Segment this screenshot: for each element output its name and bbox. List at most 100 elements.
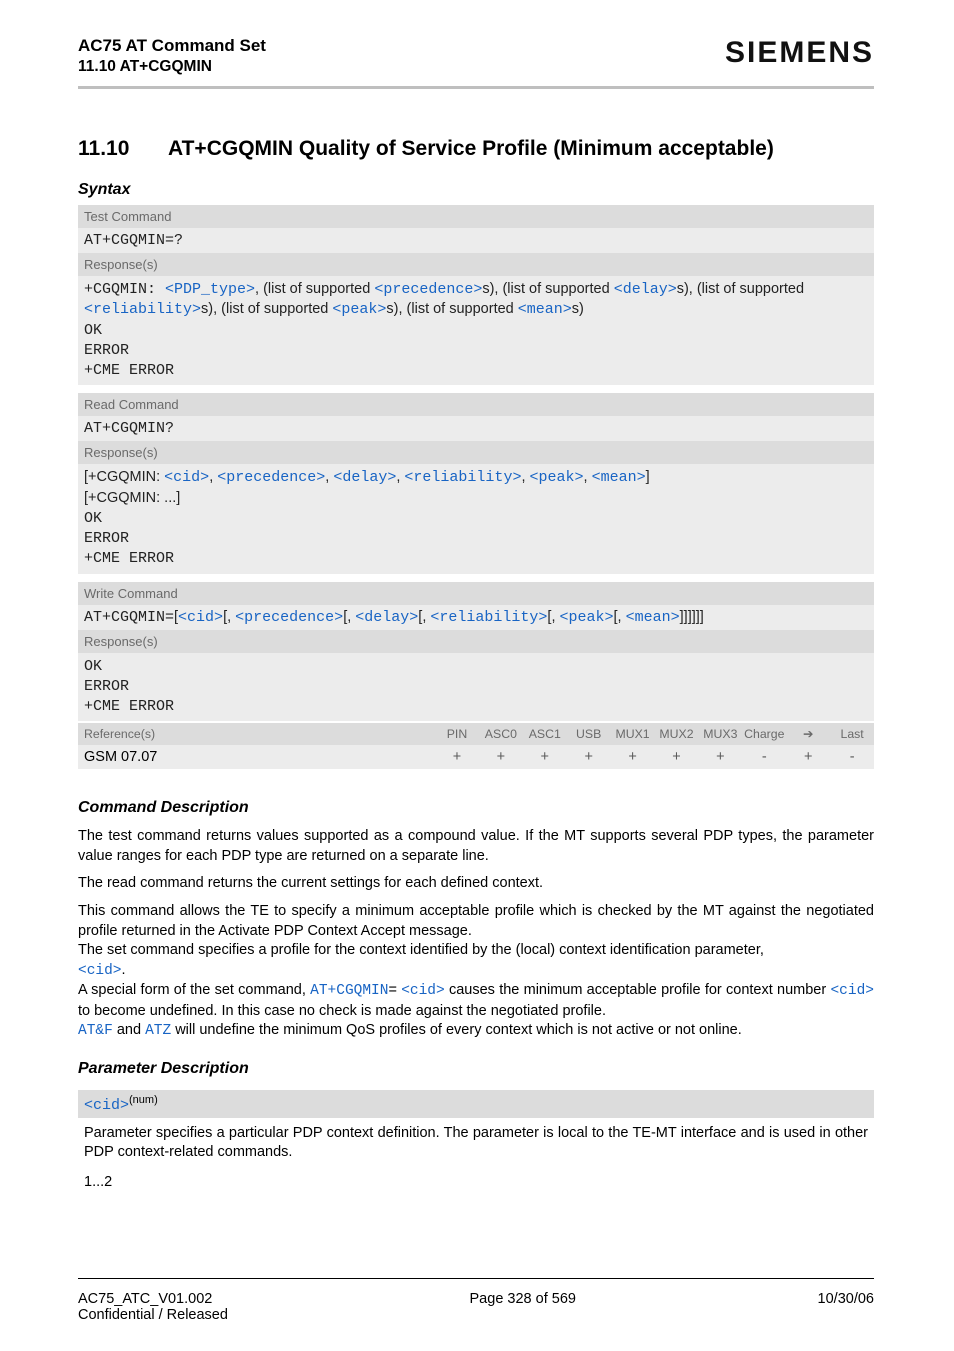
bracket: [, [223,609,235,625]
desc-p3a: This command allows the TE to specify a … [78,903,874,939]
ref-col-arrow: ➔ [786,723,830,745]
test-command-block: Test Command AT+CGQMIN=? Response(s) +CG… [78,205,874,387]
desc-p5-and: and [113,1022,145,1038]
header-rule [78,86,874,89]
resp-text: s), (list of supported [386,301,517,317]
command-description-label: Command Description [78,799,874,817]
resp-error: ERROR [84,530,129,547]
ref-val: + [435,745,479,769]
page-header: AC75 AT Command Set 11.10 AT+CGQMIN SIEM… [78,36,874,76]
ref-val: + [523,745,567,769]
bracket: [, [614,609,626,625]
param-peak: <peak> [560,609,614,626]
reference-header-label: Reference(s) [78,723,435,745]
ref-val: + [655,745,699,769]
resp-more: [+CGQMIN: ...] [84,490,180,506]
reference-value: GSM 07.07 [78,745,435,769]
resp-cme: +CME ERROR [84,550,174,567]
param-cid-sup: (num) [129,1094,158,1106]
param-mean: <mean> [626,609,680,626]
section-heading: 11.10 AT+CGQMIN Quality of Service Profi… [78,137,874,161]
ref-val: + [698,745,742,769]
ref-col-mux3: MUX3 [698,723,742,745]
bracket: [, [418,609,430,625]
param-reliability: <reliability> [84,301,201,318]
ref-col-asc0: ASC0 [479,723,523,745]
ref-val: - [742,745,786,769]
param-cid-name: <cid> [84,1097,129,1114]
description-p3: This command allows the TE to specify a … [78,902,874,1042]
footer-date: 10/30/06 [818,1291,874,1323]
param-cid-header: <cid>(num) [78,1090,874,1118]
footer-confidential: Confidential / Released [78,1307,228,1323]
comma: , [584,469,592,485]
test-command-cmd: AT+CGQMIN=? [78,228,874,253]
param-reliability: <reliability> [404,469,521,486]
resp-ok: OK [84,658,102,675]
reference-header-row: Reference(s) PIN ASC0 ASC1 USB MUX1 MUX2… [78,723,874,745]
header-section-ref: 11.10 AT+CGQMIN [78,58,266,76]
ref-val: + [611,745,655,769]
ref-col-last: Last [830,723,874,745]
comma: , [521,469,529,485]
bracket: [, [343,609,355,625]
param-cid: <cid> [178,609,223,626]
write-command-block: Write Command AT+CGQMIN=[<cid>[, <preced… [78,582,874,724]
param-precedence: <precedence> [235,609,343,626]
desc-p5-post: will undefine the minimum QoS profiles o… [171,1022,742,1038]
param-peak: <peak> [530,469,584,486]
param-cid-range: 1...2 [84,1173,868,1193]
resp-ok: OK [84,322,102,339]
param-pdp-type: <PDP_type> [165,281,255,298]
footer-left: AC75_ATC_V01.002 Confidential / Released [78,1291,228,1323]
ref-col-pin: PIN [435,723,479,745]
param-precedence: <precedence> [217,469,325,486]
description-p2: The read command returns the current set… [78,874,874,894]
atf-link[interactable]: AT&F [78,1023,113,1039]
param-cid-link[interactable]: <cid> [401,983,445,999]
ref-val: + [786,745,830,769]
doc-title: AC75 AT Command Set [78,36,266,56]
write-command-cmd: AT+CGQMIN=[<cid>[, <precedence>[, <delay… [78,605,874,630]
atcgqmin-link[interactable]: AT+CGQMIN [310,983,388,999]
footer-rule [78,1278,874,1279]
param-cid-link[interactable]: <cid> [78,963,122,979]
param-reliability: <reliability> [430,609,547,626]
read-command-cmd: AT+CGQMIN? [78,416,874,441]
param-cid-link[interactable]: <cid> [830,983,874,999]
param-delay: <delay> [355,609,418,626]
test-command-resp-label: Response(s) [78,253,874,276]
ref-val: + [567,745,611,769]
section-number: 11.10 [78,137,168,161]
resp-error: ERROR [84,342,129,359]
desc-p4-mid: causes the minimum acceptable profile fo… [445,982,831,998]
param-precedence: <precedence> [374,281,482,298]
read-command-label: Read Command [78,393,874,416]
desc-p3b-post: . [122,962,126,978]
read-command-block: Read Command AT+CGQMIN? Response(s) [+CG… [78,393,874,575]
write-command-label: Write Command [78,582,874,605]
description-p1: The test command returns values supporte… [78,827,874,866]
resp-cme: +CME ERROR [84,698,174,715]
read-command-response: [+CGQMIN: <cid>, <precedence>, <delay>, … [78,464,874,573]
test-command-label: Test Command [78,205,874,228]
param-delay: <delay> [614,281,677,298]
airplane-icon: ➔ [803,727,813,741]
param-cid-text: Parameter specifies a particular PDP con… [84,1124,868,1163]
desc-p3b-pre: The set command specifies a profile for … [78,942,764,958]
ref-col-mux1: MUX1 [611,723,655,745]
param-cid-body: Parameter specifies a particular PDP con… [78,1118,874,1199]
ref-col-mux2: MUX2 [655,723,699,745]
desc-p4-eq: = [388,982,401,998]
ref-val: - [830,745,874,769]
bracket: [, [547,609,559,625]
ref-col-usb: USB [567,723,611,745]
reference-table: Reference(s) PIN ASC0 ASC1 USB MUX1 MUX2… [78,723,874,769]
ref-col-charge: Charge [742,723,786,745]
ref-col-asc1: ASC1 [523,723,567,745]
section-title: AT+CGQMIN Quality of Service Profile (Mi… [168,137,774,161]
param-peak: <peak> [332,301,386,318]
resp-cme: +CME ERROR [84,362,174,379]
atz-link[interactable]: ATZ [145,1023,171,1039]
desc-p4-post: to become undefined. In this case no che… [78,1003,606,1019]
